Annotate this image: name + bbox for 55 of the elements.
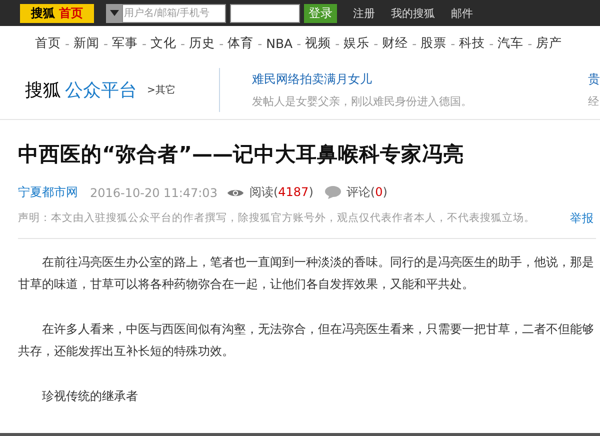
nav-separator: - [142, 36, 147, 50]
top-link[interactable]: 我的搜狐 [391, 6, 435, 20]
nav-link[interactable]: 历史 [189, 34, 216, 52]
report-link[interactable]: 举报 [570, 211, 594, 226]
caret-icon [110, 10, 118, 16]
brand-name: 搜狐 [25, 78, 61, 102]
top-link[interactable]: 邮件 [451, 6, 473, 20]
nav-link[interactable]: 军事 [112, 34, 138, 52]
news-headline[interactable]: 贵 [588, 70, 600, 88]
nav-separator: - [450, 36, 456, 50]
nav-link[interactable]: 股票 [420, 34, 447, 52]
news-headline[interactable]: 难民网络拍卖满月女儿 [252, 70, 472, 88]
nav-link[interactable]: 首页 [35, 34, 61, 52]
nav-link[interactable]: 科技 [459, 34, 486, 52]
news-summary: 经 [588, 94, 600, 108]
news-summary: 发帖人是女婴父亲，刚以难民身份进入德国。 [252, 94, 472, 108]
nav-link[interactable]: 汽车 [498, 34, 524, 52]
login-button[interactable]: 登录 [304, 4, 337, 22]
nav-separator: - [219, 36, 224, 50]
top-link[interactable]: 注册 [353, 6, 375, 20]
disclaimer: 声明：本文由入驻搜狐公众平台的作者撰写，除搜狐官方账号外，观点仅代表作者本人，不代表搜狐立场。 [18, 211, 535, 226]
platform-name: 公众平台 [65, 78, 137, 102]
nav-separator: - [258, 36, 262, 50]
nav-link[interactable]: 财经 [382, 34, 408, 52]
nav-link[interactable]: 房产 [536, 34, 562, 52]
nav-separator: - [65, 36, 70, 50]
dropdown-button[interactable] [106, 4, 122, 22]
nav-link[interactable]: NBA [266, 36, 293, 50]
article-title: 中西医的“弥合者”——记中大耳鼻喉科专家冯亮 [18, 141, 465, 168]
nav-separator: - [104, 36, 108, 50]
nav-link[interactable]: 文化 [150, 34, 177, 52]
other-link[interactable]: >其它 [147, 82, 176, 96]
nav-separator: - [296, 36, 302, 50]
read-count: 阅读(4187) [249, 184, 314, 201]
nav-separator: - [180, 36, 186, 50]
nav-link[interactable]: 新闻 [74, 34, 100, 52]
publish-date: 2016-10-20 11:47:03 [90, 186, 218, 200]
article-paragraph: 珍视传统的继承者 [41, 388, 139, 405]
article-paragraph: 在许多人看来，中医与西医间似有沟壑，无法弥合，但在冯亮医生看来，只需要一把甘草，二者不但能够共存，还能发挥出互补长短的特殊功效。 [18, 321, 595, 360]
source-link[interactable]: 宁夏都市网 [18, 184, 78, 201]
nav-separator: - [528, 36, 532, 50]
username-field[interactable]: 用户名/邮箱/手机号 [122, 4, 226, 22]
nav-separator: - [374, 36, 378, 50]
nav-separator: - [489, 36, 494, 50]
article-paragraph: 在前往冯亮医生办公室的路上，笔者也一直闻到一种淡淡的香味。同行的是冯亮医生的助手，他说，那是甘草的味道，甘草可以将各种药物弥合在一起，让他们各自发挥效果，又能和平共处。 [18, 254, 595, 293]
nav-link[interactable]: 视频 [305, 34, 332, 52]
sohu-logo[interactable]: 搜狐 首页 [20, 4, 94, 22]
password-field[interactable] [230, 4, 300, 22]
eye-icon [227, 188, 244, 198]
nav-link[interactable]: 体育 [228, 34, 254, 52]
comment-count: 评论(0) [346, 184, 388, 201]
nav-separator: - [335, 36, 340, 50]
comment-icon [325, 186, 342, 199]
nav-separator: - [412, 36, 417, 50]
nav-link[interactable]: 娱乐 [344, 34, 370, 52]
